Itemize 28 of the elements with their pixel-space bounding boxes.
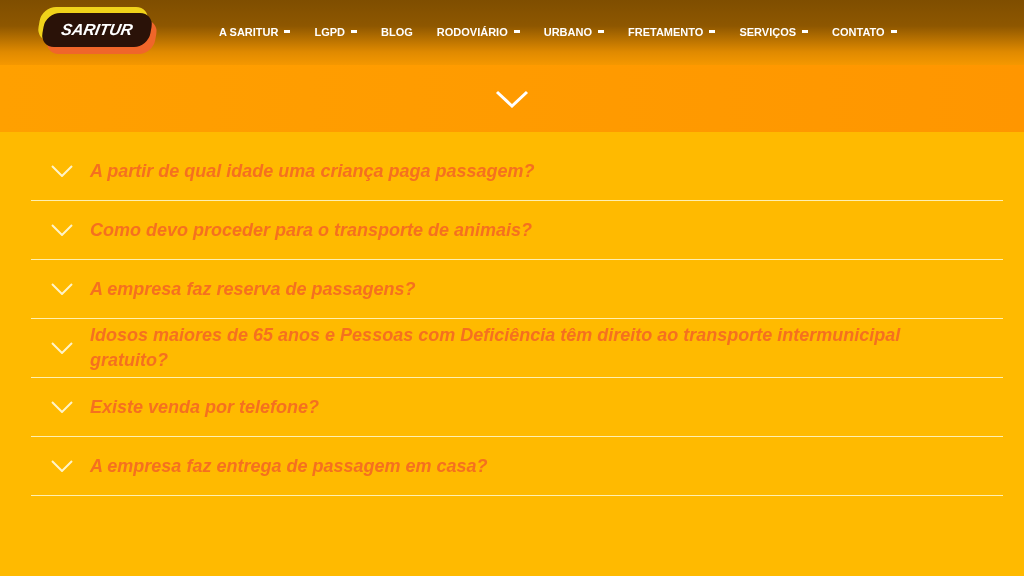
nav-link[interactable]: FRETAMENTO xyxy=(628,25,716,38)
nav-link[interactable]: CONTATO xyxy=(832,25,897,38)
chevron-icon xyxy=(51,460,73,472)
nav-link[interactable]: LGPD xyxy=(314,25,358,38)
chevron-icon xyxy=(51,224,73,236)
faq-question: Idosos maiores de 65 anos e Pessoas com Deficiência têm direito ao transporte intermunicipal gratuito? xyxy=(90,324,902,372)
chevron-icon xyxy=(51,283,73,295)
faq-question: A empresa faz entrega de passagem em casa? xyxy=(90,454,488,478)
chevron-icon xyxy=(51,342,73,354)
caret-icon xyxy=(598,30,604,33)
chevron-down-icon[interactable] xyxy=(495,89,529,108)
nav-link[interactable]: URBANO xyxy=(543,25,604,38)
caret-icon xyxy=(513,30,520,33)
caret-icon xyxy=(802,30,809,33)
caret-icon xyxy=(890,30,897,33)
caret-icon xyxy=(351,30,358,33)
chevron-icon xyxy=(51,165,73,177)
caret-icon xyxy=(709,30,716,33)
nav-link[interactable]: SERVIÇOS xyxy=(739,25,809,38)
faq-question: Como devo proceder para o transporte de animais? xyxy=(90,218,533,242)
nav-link[interactable]: BLOG xyxy=(381,25,413,38)
nav-link[interactable]: A SARITUR xyxy=(219,25,291,38)
chevron-icon xyxy=(51,401,73,413)
faq-question: A partir de qual idade uma criança paga passagem? xyxy=(90,159,535,183)
nav-link[interactable]: RODOVIÁRIO xyxy=(436,25,520,38)
faq-question: Existe venda por telefone? xyxy=(90,395,320,419)
faq-question: A empresa faz reserva de passagens? xyxy=(90,277,416,301)
caret-icon xyxy=(284,30,291,33)
